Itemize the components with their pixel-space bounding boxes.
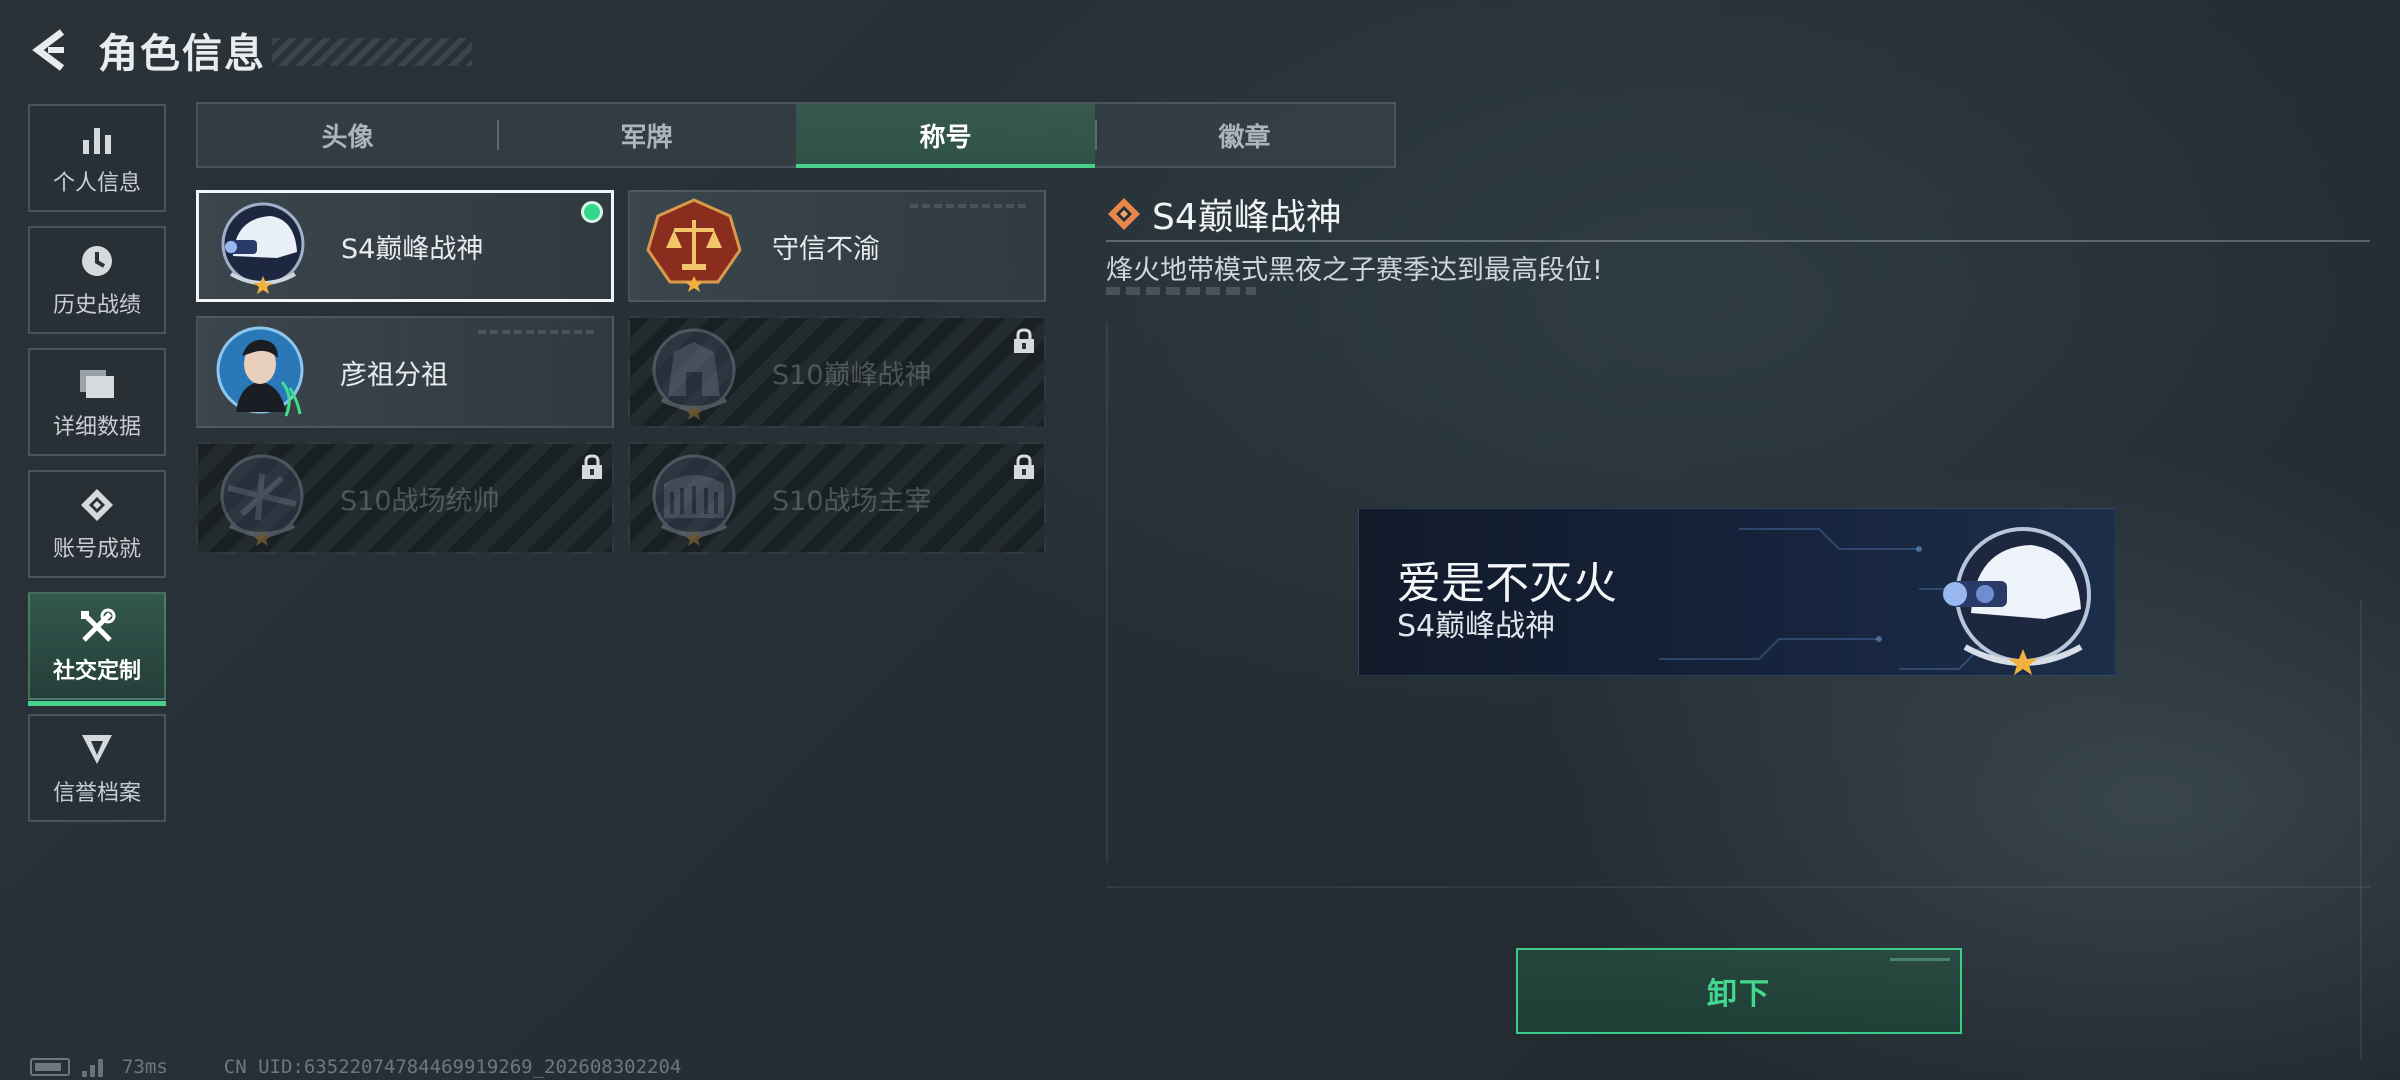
title-name: 彦祖分祖 <box>340 359 448 391</box>
building-badge-icon <box>644 322 744 422</box>
preview-title: S4巅峰战神 <box>1397 609 1556 644</box>
title-decoration <box>272 38 472 66</box>
sidebar-item-credit-record[interactable]: 信誉档案 <box>28 714 166 822</box>
sidebar-item-history[interactable]: 历史战绩 <box>28 226 166 334</box>
bar-chart-icon <box>77 119 117 159</box>
sidebar-item-label: 账号成就 <box>52 537 141 562</box>
sidebar-item-label: 历史战绩 <box>52 293 141 318</box>
sidebar-item-label: 信誉档案 <box>52 781 141 806</box>
nameplate-preview: 爱是不灭火 S4巅峰战神 <box>1358 508 2116 676</box>
title-card[interactable]: S10战场主宰 <box>628 442 1046 554</box>
page-title: 角色信息 <box>98 31 266 77</box>
title-card[interactable]: S4巅峰战神 <box>196 190 614 302</box>
tab-avatar[interactable]: 头像 <box>198 104 497 166</box>
page-header: 角色信息 <box>28 22 472 78</box>
title-name: S10战场统帅 <box>340 485 500 517</box>
tab-dogtag[interactable]: 军牌 <box>497 104 796 166</box>
title-card[interactable]: 彦祖分祖 <box>196 316 614 428</box>
shield-icon <box>77 729 117 769</box>
lock-icon <box>1012 454 1036 480</box>
title-card[interactable]: S10巅峰战神 <box>628 316 1046 428</box>
battery-icon <box>30 1058 70 1076</box>
uid-text: CN UID:6352207478446991926​9_20260830220… <box>223 1056 682 1078</box>
helmet-badge-icon <box>1931 517 2101 675</box>
tab-title[interactable]: 称号 <box>796 104 1095 168</box>
status-bar: 73ms CN UID:6352207478446991926​9_202608… <box>30 1056 681 1078</box>
clock-icon <box>77 241 117 281</box>
ping-value: 73ms <box>122 1056 168 1078</box>
detail-title: S4巅峰战神 <box>1152 197 1342 238</box>
sidebar: 个人信息 历史战绩 详细数据 账号成就 社交定制 信誉档案 <box>28 104 166 836</box>
colosseum-badge-icon <box>644 448 744 548</box>
frame-line <box>2360 600 2362 1060</box>
divider <box>1106 240 2370 242</box>
signal-icon <box>82 1057 112 1077</box>
title-card[interactable]: 守信不渝 <box>628 190 1046 302</box>
back-arrow-icon[interactable] <box>28 26 72 74</box>
title-name: S4巅峰战神 <box>341 233 484 265</box>
equipped-indicator <box>581 201 603 223</box>
detail-header: S4巅峰战神 <box>1106 188 1342 240</box>
portrait-badge-icon <box>212 322 312 422</box>
tab-bar: 头像 军牌 称号 徽章 <box>196 102 1396 168</box>
achievement-icon <box>77 485 117 525</box>
detail-decoration <box>1106 287 1256 295</box>
folder-icon <box>77 363 117 403</box>
frame-line <box>1106 886 2370 888</box>
card-decoration <box>910 204 1030 208</box>
lock-icon <box>580 454 604 480</box>
tab-badge[interactable]: 徽章 <box>1095 104 1394 166</box>
title-grid: S4巅峰战神 守信不渝 彦祖分祖 S10巅峰战神 S10战场统帅 S10战场主宰 <box>196 190 1048 554</box>
sidebar-item-label: 个人信息 <box>52 171 141 196</box>
sidebar-item-label: 详细数据 <box>52 415 141 440</box>
sidebar-item-label: 社交定制 <box>52 659 141 684</box>
tools-icon <box>77 607 117 647</box>
unequip-button-label: 卸下 <box>1707 977 1771 1012</box>
diamond-icon <box>1106 196 1142 232</box>
aircraft-badge-icon <box>212 448 312 548</box>
sidebar-item-profile[interactable]: 个人信息 <box>28 104 166 212</box>
lock-icon <box>1012 328 1036 354</box>
card-decoration <box>478 330 598 334</box>
sidebar-item-detailed-data[interactable]: 详细数据 <box>28 348 166 456</box>
title-name: S10巅峰战神 <box>772 359 932 391</box>
title-name: 守信不渝 <box>772 233 880 265</box>
sidebar-item-achievements[interactable]: 账号成就 <box>28 470 166 578</box>
scales-badge-icon <box>644 196 744 296</box>
sidebar-item-social-custom[interactable]: 社交定制 <box>28 592 166 706</box>
unequip-button[interactable]: 卸下 <box>1516 948 1962 1034</box>
helmet-badge-icon <box>213 196 313 296</box>
detail-description: 烽火地带模式黑夜之子赛季达到最高段位! <box>1106 255 1603 286</box>
title-card[interactable]: S10战场统帅 <box>196 442 614 554</box>
title-name: S10战场主宰 <box>772 485 932 517</box>
frame-line <box>1106 322 1108 862</box>
